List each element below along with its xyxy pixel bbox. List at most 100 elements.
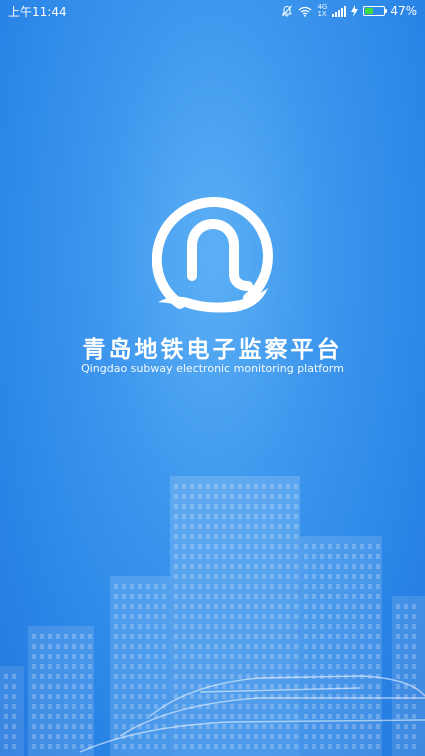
building-window [154, 604, 158, 609]
building-window [138, 714, 142, 719]
building-window [262, 664, 266, 669]
building-window [198, 494, 202, 499]
building-window [294, 654, 298, 659]
building-window [360, 584, 364, 589]
building-window [368, 604, 372, 609]
building-window [376, 554, 380, 559]
building-window [174, 564, 178, 569]
battery-icon [363, 6, 388, 16]
building-window [278, 714, 282, 719]
building-window [122, 664, 126, 669]
building-window [320, 554, 324, 559]
building-window [138, 654, 142, 659]
building-window [174, 714, 178, 719]
building-window [4, 684, 8, 689]
building-window [130, 664, 134, 669]
building-window [294, 584, 298, 589]
building-window [230, 704, 234, 709]
building-window [368, 744, 372, 749]
building-window [336, 704, 340, 709]
building-window [222, 544, 226, 549]
status-time: 上午11:44 [8, 4, 67, 19]
building-window [254, 634, 258, 639]
building-window [206, 544, 210, 549]
building-window [396, 604, 400, 609]
building-window [230, 694, 234, 699]
building-window [198, 524, 202, 529]
building-window [254, 484, 258, 489]
building-window [190, 574, 194, 579]
building-window [190, 624, 194, 629]
building-window [214, 554, 218, 559]
building-window [352, 654, 356, 659]
building-window [352, 644, 356, 649]
building-window [360, 634, 364, 639]
building-window [222, 584, 226, 589]
building-window [270, 714, 274, 719]
building-window [4, 714, 8, 719]
building-window [262, 724, 266, 729]
building-window [320, 644, 324, 649]
building-window [154, 634, 158, 639]
building-window [328, 664, 332, 669]
building-window [222, 724, 226, 729]
building-window [278, 734, 282, 739]
building-window [154, 744, 158, 749]
building-window [286, 704, 290, 709]
building-window [368, 564, 372, 569]
building-window [12, 734, 16, 739]
building-window [72, 664, 76, 669]
building-window [312, 684, 316, 689]
building-window [368, 704, 372, 709]
building-window [294, 564, 298, 569]
building-window [278, 544, 282, 549]
building-window [320, 614, 324, 619]
building-window [32, 674, 36, 679]
building-window [312, 554, 316, 559]
building-window [344, 634, 348, 639]
building-window [72, 684, 76, 689]
building-window [190, 694, 194, 699]
building-window [312, 644, 316, 649]
building-window [230, 624, 234, 629]
building-window [130, 634, 134, 639]
building-window [360, 614, 364, 619]
building-window [146, 684, 150, 689]
mute-icon [282, 5, 293, 17]
wifi-icon [299, 6, 312, 17]
building-window [222, 554, 226, 559]
building-window [138, 704, 142, 709]
building-window [138, 644, 142, 649]
building-window [122, 614, 126, 619]
building-window [238, 604, 242, 609]
building-window [270, 644, 274, 649]
building-window [206, 574, 210, 579]
building-window [262, 584, 266, 589]
building-window [48, 674, 52, 679]
building-window [270, 634, 274, 639]
building-window [336, 724, 340, 729]
building-window [130, 684, 134, 689]
building-window [162, 624, 166, 629]
building-window [122, 684, 126, 689]
building-window [376, 574, 380, 579]
building-window [214, 514, 218, 519]
building-window [312, 564, 316, 569]
building-window [344, 704, 348, 709]
building-window [72, 724, 76, 729]
building-window [320, 744, 324, 749]
building-window [238, 634, 242, 639]
building-window [162, 654, 166, 659]
building-window [56, 644, 60, 649]
building-window [360, 594, 364, 599]
building-window [368, 734, 372, 739]
building-window [198, 484, 202, 489]
building-window [376, 664, 380, 669]
building-window [214, 594, 218, 599]
building-window [122, 624, 126, 629]
building-window [246, 734, 250, 739]
building-window [278, 494, 282, 499]
building-window [262, 544, 266, 549]
building-window [198, 544, 202, 549]
building-window [206, 494, 210, 499]
